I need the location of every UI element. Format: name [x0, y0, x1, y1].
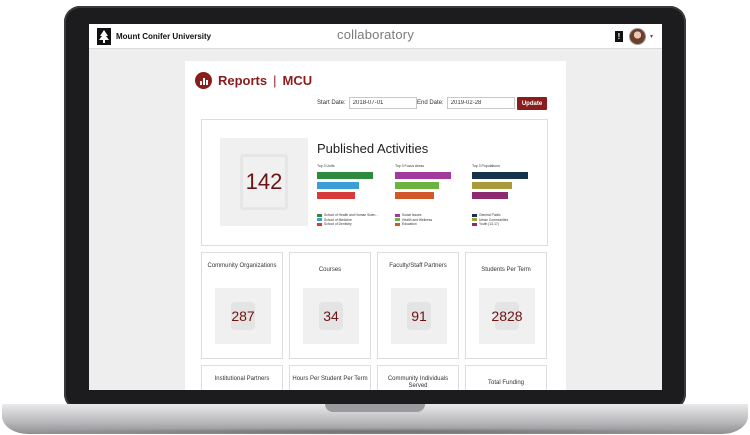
- stat-value: 91: [411, 308, 427, 324]
- populations-legend: General Public Urban Communities Youth (…: [472, 213, 550, 226]
- bar: [317, 182, 359, 189]
- page-title: Reports | MCU: [195, 72, 312, 89]
- stat-card-students-per-term: Students Per Term 2828: [465, 252, 547, 359]
- laptop-mockup: Mount Conifer University collaboratory !…: [0, 0, 750, 435]
- update-button[interactable]: Update: [517, 97, 547, 110]
- title-org: MCU: [282, 73, 313, 88]
- end-date-label: End Date:: [417, 100, 444, 106]
- legend-item: School of Health and Human Scien...: [317, 213, 395, 217]
- stat-card-total-funding: Total Funding: [465, 365, 547, 390]
- legend-text: Urban Communities: [479, 217, 509, 222]
- stat-label: Students Per Term: [481, 267, 531, 273]
- stat-label: Community Individuals Served: [387, 376, 449, 389]
- university-name: Mount Conifer University: [116, 32, 212, 41]
- bar: [472, 192, 509, 199]
- stat-card-faculty-staff-partners: Faculty/Staff Partners 91: [377, 252, 459, 359]
- column-label: Top 3 Focus Areas: [395, 164, 424, 168]
- brand[interactable]: Mount Conifer University: [97, 28, 211, 45]
- stat-card-courses: Courses 34: [289, 252, 371, 359]
- stat-card-community-individuals: Community Individuals Served: [377, 365, 459, 390]
- column-label: Top 3 Populations: [472, 164, 500, 168]
- stat-label: Total Funding: [487, 380, 525, 386]
- legend-item: School of Medicine: [317, 218, 395, 222]
- stat-card-community-organizations: Community Organizations 287: [201, 252, 283, 359]
- units-bars: [317, 172, 395, 199]
- app-header: Mount Conifer University collaboratory !…: [89, 24, 662, 49]
- laptop-screen: Mount Conifer University collaboratory !…: [89, 24, 662, 390]
- bar: [472, 172, 528, 179]
- published-activities-card: 142 Published Activities Top 3 Units Sch…: [201, 119, 548, 246]
- title-separator: |: [273, 73, 277, 88]
- start-date-label: Start Date:: [317, 100, 346, 106]
- stat-card-institutional-partners: Institutional Partners: [201, 365, 283, 390]
- legend-item: Social Issues: [395, 213, 473, 217]
- start-date-input[interactable]: [348, 97, 417, 109]
- title-reports: Reports: [218, 73, 268, 88]
- published-title: Published Activities: [317, 141, 429, 156]
- legend-text: Youth (13-17): [479, 222, 499, 226]
- bar: [317, 192, 356, 199]
- end-date-group: End Date:: [417, 97, 515, 109]
- laptop-notch: [325, 404, 425, 412]
- collaboratory-logo: collaboratory: [337, 27, 415, 42]
- bar-chart-icon: [195, 72, 212, 89]
- legend-item: Youth (13-17): [472, 222, 550, 226]
- stat-label: Community Organizations: [207, 263, 277, 269]
- stat-label: Hours Per Student Per Term: [292, 376, 368, 382]
- chevron-down-icon[interactable]: ▾: [650, 33, 653, 40]
- populations-bars: [472, 172, 550, 199]
- stat-tile: 2828: [479, 288, 535, 344]
- stat-value: 2828: [491, 308, 523, 324]
- top-units-column: Top 3 Units School of Health and Human S…: [317, 164, 395, 227]
- top-populations-column: Top 3 Populations General Public Urban C…: [472, 164, 550, 227]
- bar: [395, 172, 451, 179]
- start-date-group: Start Date:: [317, 97, 417, 109]
- conifer-tree-icon: [97, 28, 111, 45]
- legend-item: General Public: [472, 213, 550, 217]
- legend-text: School of Dentistry: [324, 222, 352, 226]
- units-legend: School of Health and Human Scien... Scho…: [317, 213, 395, 226]
- stat-tile: 34: [303, 288, 359, 344]
- stat-value: 34: [323, 308, 339, 324]
- stat-label: Institutional Partners: [214, 376, 270, 382]
- stat-tile: 91: [391, 288, 447, 344]
- focus-legend: Social Issues Health and Wellness Educat…: [395, 213, 473, 226]
- published-count-tile: 142: [220, 138, 308, 226]
- legend-item: Health and Wellness: [395, 218, 473, 222]
- stat-label: Faculty/Staff Partners: [389, 263, 447, 269]
- stat-label: Courses: [318, 267, 342, 273]
- legend-item: Education: [395, 222, 473, 226]
- bar: [472, 182, 513, 189]
- legend-item: School of Dentistry: [317, 222, 395, 226]
- avatar[interactable]: [629, 28, 646, 45]
- bar: [395, 192, 435, 199]
- top-focus-areas-column: Top 3 Focus Areas Social Issues Health a…: [395, 164, 473, 227]
- legend-text: Health and Wellness: [402, 217, 433, 222]
- stat-value: 287: [231, 308, 255, 324]
- laptop-shadow: [30, 428, 720, 435]
- column-label: Top 3 Units: [317, 164, 335, 168]
- published-count: 142: [245, 169, 283, 194]
- stat-card-hours-per-student: Hours Per Student Per Term: [289, 365, 371, 390]
- focus-bars: [395, 172, 473, 199]
- end-date-input[interactable]: [446, 97, 515, 109]
- legend-text: General Public: [479, 213, 501, 217]
- legend-text: Education: [402, 222, 417, 226]
- bar: [395, 182, 439, 189]
- report-panel: Reports | MCU Start Date: End Date: Upda…: [185, 61, 566, 390]
- legend-text: School of Health and Human Scien...: [324, 213, 379, 217]
- legend-text: School of Medicine: [324, 217, 352, 222]
- legend-text: Social Issues: [402, 213, 422, 217]
- exclamation-icon[interactable]: !: [615, 31, 623, 42]
- legend-item: Urban Communities: [472, 218, 550, 222]
- bar: [317, 172, 373, 179]
- stat-tile: 287: [215, 288, 271, 344]
